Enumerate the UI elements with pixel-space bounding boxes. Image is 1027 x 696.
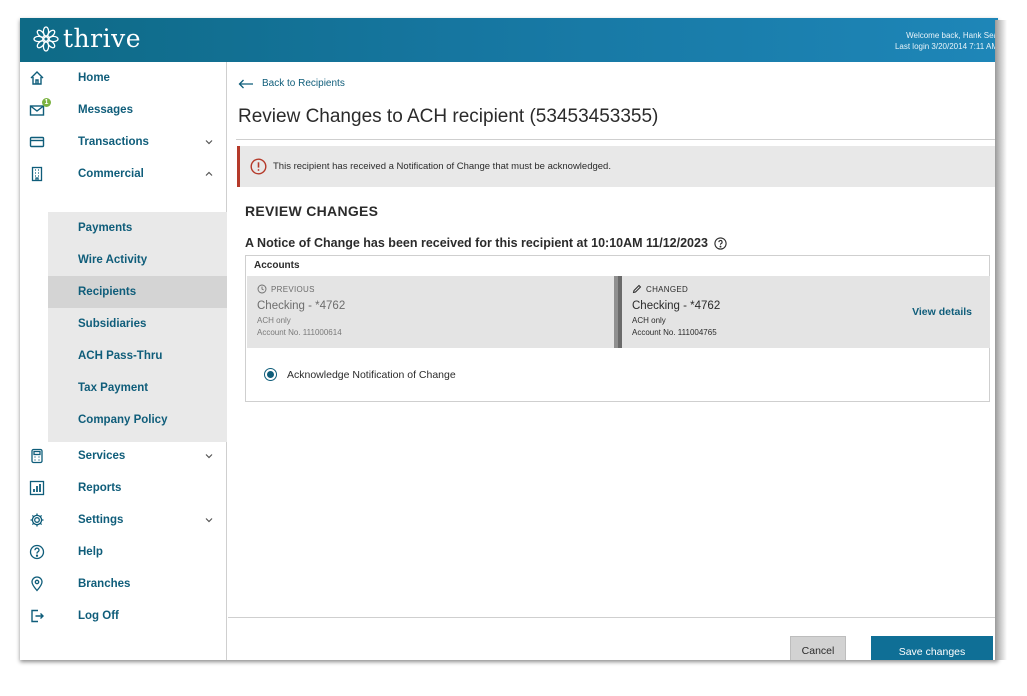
sidebar-item-log-off[interactable]: Log Off bbox=[20, 600, 227, 632]
gear-icon bbox=[28, 511, 46, 529]
alert-text: This recipient has received a Notificati… bbox=[273, 161, 611, 172]
sidebar-subitem-label: Company Policy bbox=[78, 414, 168, 426]
sidebar-subitem-label: Payments bbox=[78, 222, 133, 234]
welcome-info: Welcome back, Hank Sea Last login 3/20/2… bbox=[895, 30, 998, 52]
sidebar-subitem-subsidiaries[interactable]: Subsidiaries bbox=[48, 308, 227, 340]
home-icon bbox=[28, 69, 46, 87]
radio-selected-dot bbox=[267, 371, 274, 378]
notification-alert: This recipient has received a Notificati… bbox=[237, 146, 998, 187]
sidebar-item-label: Home bbox=[78, 72, 110, 84]
card-icon bbox=[28, 133, 46, 151]
sidebar-subitem-recipients[interactable]: Recipients bbox=[48, 276, 227, 308]
sidebar-item-label: Messages bbox=[78, 104, 133, 116]
welcome-text: Welcome back, Hank Sea bbox=[906, 31, 998, 40]
sidebar-item-label: Services bbox=[78, 450, 126, 462]
acknowledge-option[interactable]: Acknowledge Notification of Change bbox=[264, 368, 456, 381]
changed-tag-label: CHANGED bbox=[646, 284, 689, 294]
sidebar-item-label: Reports bbox=[78, 482, 122, 494]
sidebar-item-commercial[interactable]: Commercial bbox=[20, 158, 227, 190]
window-shadow bbox=[995, 20, 1007, 660]
sidebar-item-branches[interactable]: Branches bbox=[20, 568, 227, 600]
alert-icon bbox=[250, 158, 267, 175]
back-link-label: Back to Recipients bbox=[262, 78, 345, 89]
logo[interactable]: thrive bbox=[32, 24, 141, 53]
acknowledge-label: Acknowledge Notification of Change bbox=[287, 368, 456, 381]
sidebar-item-transactions[interactable]: Transactions bbox=[20, 126, 227, 158]
section-title: REVIEW CHANGES bbox=[245, 203, 379, 219]
changed-account-type: ACH only bbox=[632, 316, 666, 325]
pencil-icon bbox=[632, 284, 642, 294]
sidebar-item-label: Branches bbox=[78, 578, 131, 590]
message-count-badge: 1 bbox=[42, 98, 51, 107]
sidebar-subitem-label: Recipients bbox=[78, 286, 137, 298]
envelope-icon: 1 bbox=[28, 98, 51, 119]
divider bbox=[236, 139, 998, 140]
bar-chart-icon bbox=[28, 479, 46, 497]
back-to-recipients-link[interactable]: Back to Recipients bbox=[238, 78, 345, 89]
sidebar-item-label: Transactions bbox=[78, 136, 149, 148]
changed-account-number: Account No. 111004765 bbox=[632, 328, 717, 337]
sidebar-subitem-label: Subsidiaries bbox=[78, 318, 147, 330]
sidebar-item-reports[interactable]: Reports bbox=[20, 472, 227, 504]
accounts-label: Accounts bbox=[254, 260, 300, 271]
sidebar-item-settings[interactable]: Settings bbox=[20, 504, 227, 536]
location-pin-icon bbox=[28, 575, 46, 593]
help-icon bbox=[28, 543, 46, 561]
previous-account-number: Account No. 111000614 bbox=[257, 328, 342, 337]
sidebar-subitem-wire-activity[interactable]: Wire Activity bbox=[48, 244, 227, 276]
previous-tag: PREVIOUS bbox=[257, 284, 315, 294]
arrow-left-icon bbox=[238, 79, 253, 88]
sidebar-item-label: Commercial bbox=[78, 168, 144, 180]
logo-text: thrive bbox=[63, 24, 142, 53]
previous-account-name: Checking - *4762 bbox=[257, 300, 346, 312]
sidebar-subitem-label: Tax Payment bbox=[78, 382, 149, 394]
app-window: thrive Welcome back, Hank Sea Last login… bbox=[20, 18, 998, 660]
sidebar-item-label: Help bbox=[78, 546, 103, 558]
sidebar-item-services[interactable]: Services bbox=[20, 440, 227, 472]
chevron-down-icon bbox=[205, 140, 213, 145]
chevron-up-icon bbox=[205, 171, 213, 176]
notice-text: A Notice of Change has been received for… bbox=[245, 236, 708, 250]
changed-account-panel: CHANGED Checking - *4762 ACH only Accoun… bbox=[618, 276, 990, 348]
sidebar-subitem-label: Wire Activity bbox=[78, 254, 148, 266]
sidebar-subitem-company-policy[interactable]: Company Policy bbox=[48, 404, 227, 436]
sidebar-subitem-tax-payment[interactable]: Tax Payment bbox=[48, 372, 227, 404]
sidebar: Home 1 Messages Transactions Commercial … bbox=[20, 62, 227, 660]
changed-tag: CHANGED bbox=[632, 284, 688, 294]
chevron-down-icon bbox=[205, 454, 213, 459]
sidebar-item-home[interactable]: Home bbox=[20, 62, 227, 94]
cancel-button[interactable]: Cancel bbox=[790, 636, 846, 660]
chevron-down-icon bbox=[205, 518, 213, 523]
building-icon bbox=[28, 165, 46, 183]
calculator-icon bbox=[28, 447, 46, 465]
sidebar-subitem-payments[interactable]: Payments bbox=[48, 212, 227, 244]
previous-tag-label: PREVIOUS bbox=[271, 284, 315, 294]
sidebar-item-label: Settings bbox=[78, 514, 124, 526]
sidebar-item-label: Log Off bbox=[78, 610, 119, 622]
app-header: thrive Welcome back, Hank Sea Last login… bbox=[20, 18, 998, 62]
acknowledge-radio[interactable] bbox=[264, 368, 277, 381]
previous-account-type: ACH only bbox=[257, 316, 291, 325]
log-off-icon bbox=[28, 607, 46, 625]
sidebar-subitem-ach-pass-thru[interactable]: ACH Pass-Thru bbox=[48, 340, 227, 372]
page-title: Review Changes to ACH recipient (5345345… bbox=[238, 106, 659, 127]
sidebar-subitem-label: ACH Pass-Thru bbox=[78, 350, 163, 362]
notice-heading: A Notice of Change has been received for… bbox=[245, 236, 727, 250]
flower-logo-icon bbox=[33, 25, 59, 52]
last-login-text: Last login 3/20/2014 7:11 AM bbox=[894, 42, 998, 51]
changed-account-name: Checking - *4762 bbox=[632, 300, 721, 312]
history-icon bbox=[257, 284, 267, 294]
view-details-link[interactable]: View details bbox=[912, 306, 972, 318]
sidebar-item-help[interactable]: Help bbox=[20, 536, 227, 568]
accounts-comparison: Accounts PREVIOUS Checking - *4762 ACH o… bbox=[245, 255, 990, 402]
previous-account-panel: PREVIOUS Checking - *4762 ACH only Accou… bbox=[247, 276, 618, 348]
main-content: Back to Recipients Review Changes to ACH… bbox=[228, 62, 998, 660]
save-changes-button[interactable]: Save changes bbox=[871, 636, 993, 660]
sidebar-item-messages[interactable]: 1 Messages bbox=[20, 94, 227, 126]
divider bbox=[228, 617, 998, 618]
help-icon[interactable] bbox=[714, 236, 727, 250]
